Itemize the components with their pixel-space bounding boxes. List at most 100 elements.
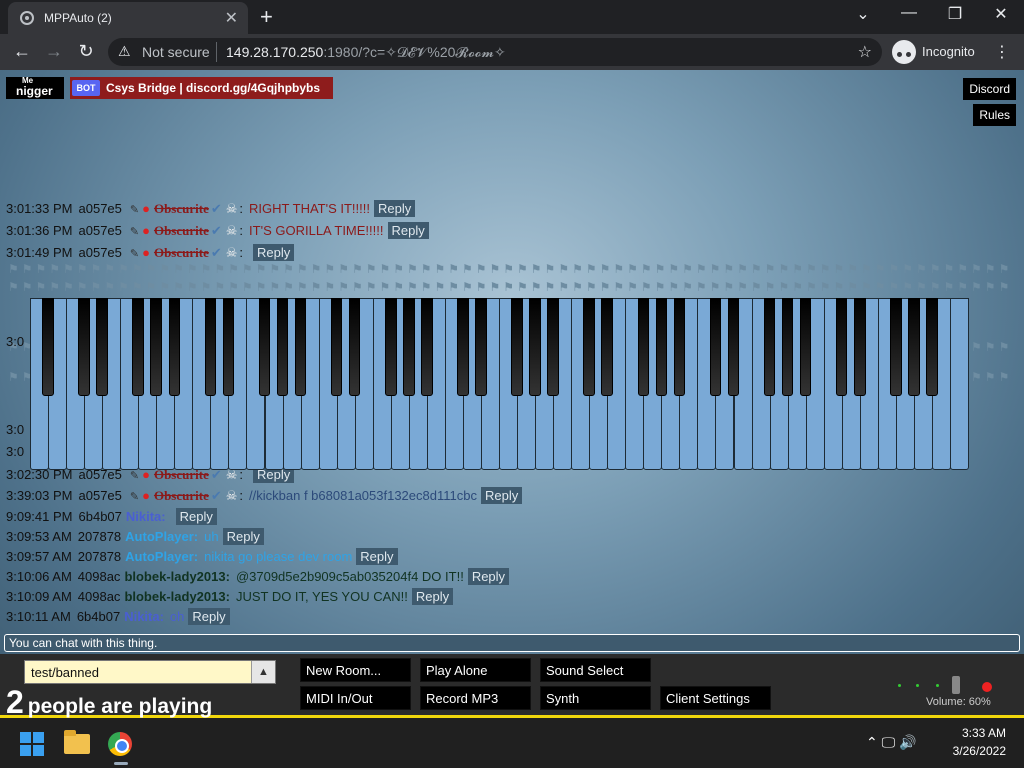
piano-black-key[interactable] [421, 298, 433, 396]
back-button[interactable]: ← [10, 41, 34, 62]
piano-black-key[interactable] [258, 298, 271, 396]
bot-user-badge[interactable]: BOT Csys Bridge | discord.gg/4Gqjhpbybs [70, 77, 333, 99]
piano-black-key[interactable] [727, 298, 740, 396]
piano-black-key[interactable] [96, 298, 108, 396]
forward-button[interactable]: → [42, 41, 66, 62]
piano-black-key[interactable] [799, 298, 812, 396]
chevron-up-icon[interactable]: ▲ [251, 661, 275, 683]
piano-black-key[interactable] [276, 298, 289, 396]
url-text[interactable]: 149.28.170.250:1980/?c=✧𝓓𝓔𝓥%20𝓡𝓸𝓸𝓶✧ [226, 44, 506, 61]
warning-icon[interactable]: ⚠ [118, 43, 131, 60]
reply-button[interactable]: Reply [188, 608, 230, 625]
reply-button[interactable]: Reply [373, 200, 416, 217]
piano-black-key[interactable] [168, 298, 181, 396]
reply-button[interactable]: Reply [480, 487, 523, 504]
file-explorer-icon[interactable] [64, 730, 90, 754]
client-settings-button[interactable]: Client Settings [660, 686, 771, 710]
chat-username[interactable]: blobek-lady2013: [124, 589, 230, 604]
bookmark-star-icon[interactable]: ☆ [858, 42, 872, 62]
my-user-badge[interactable]: Me nigger [6, 76, 64, 99]
record-mp3-button[interactable]: Record MP3 [420, 686, 531, 710]
reply-button[interactable]: Reply [222, 528, 264, 545]
sound-select-button[interactable]: Sound Select [540, 658, 651, 682]
chat-input[interactable]: You can chat with this thing. [4, 634, 1020, 652]
piano-black-key[interactable] [150, 298, 163, 396]
piano-black-key[interactable] [511, 298, 523, 396]
piano-black-key[interactable] [403, 298, 415, 396]
new-tab-button[interactable]: + [260, 4, 273, 30]
piano-black-key[interactable] [42, 298, 54, 396]
piano-black-key[interactable] [583, 298, 595, 396]
reply-button[interactable]: Reply [411, 588, 454, 605]
chat-username[interactable]: blobek-lady2013: [124, 569, 230, 584]
piano-black-key[interactable] [926, 298, 938, 396]
piano-black-key[interactable] [637, 298, 650, 396]
piano-black-key[interactable] [204, 298, 217, 396]
address-bar[interactable]: ⚠ Not secure 149.28.170.250:1980/?c=✧𝓓𝓔𝓥… [108, 38, 882, 66]
chat-username[interactable]: Obscurite [154, 245, 209, 260]
piano-black-key[interactable] [601, 298, 613, 396]
volume-slider[interactable]: Volume: 60% [894, 676, 1004, 708]
chat-time: 3:01:49 PM [6, 245, 73, 260]
chat-username[interactable]: Obscurite [154, 488, 209, 503]
windows-start-icon[interactable] [20, 732, 44, 756]
restore-button[interactable]: ❐ [940, 4, 970, 24]
piano-black-key[interactable] [890, 298, 902, 396]
reply-button[interactable]: Reply [387, 222, 429, 239]
piano-white-key[interactable] [949, 298, 969, 470]
piano-black-key[interactable] [835, 298, 848, 396]
piano-black-key[interactable] [908, 298, 920, 396]
clock[interactable]: 3:33 AM 3/26/2022 [942, 726, 1006, 758]
chat-username[interactable]: AutoPlayer: [125, 549, 198, 564]
piano-black-key[interactable] [384, 298, 397, 396]
rules-button[interactable]: Rules [973, 104, 1016, 126]
system-tray-icons[interactable]: ⌃ 🖵 🔊 [866, 734, 916, 751]
browser-menu-icon[interactable]: ⋮ [994, 42, 1010, 62]
flag-spam-row: ⚑⚑⚑⚑⚑⚑⚑⚑⚑⚑⚑⚑⚑⚑⚑⚑⚑⚑⚑⚑⚑⚑⚑⚑⚑⚑⚑⚑⚑⚑⚑⚑⚑⚑⚑⚑⚑⚑⚑⚑… [8, 262, 1012, 276]
piano-black-key[interactable] [294, 298, 307, 396]
chat-username[interactable]: Nikita: [126, 509, 166, 524]
rose-icon: ● [142, 488, 150, 503]
reply-button[interactable]: Reply [253, 244, 295, 261]
piano-keyboard[interactable] [30, 298, 969, 473]
chat-user-id: a057e5 [78, 201, 122, 216]
piano-black-key[interactable] [348, 298, 361, 396]
reply-button[interactable]: Reply [175, 508, 217, 525]
chat-username[interactable]: Nikita: [124, 609, 164, 624]
piano-black-key[interactable] [78, 298, 90, 396]
piano-black-key[interactable] [673, 298, 686, 396]
midi-in-out-button[interactable]: MIDI In/Out [300, 686, 411, 710]
volume-knob[interactable] [952, 676, 960, 694]
close-window-button[interactable]: ✕ [986, 4, 1016, 24]
piano-black-key[interactable] [763, 298, 776, 396]
piano-black-key[interactable] [132, 298, 144, 396]
chat-username[interactable]: Obscurite [154, 223, 209, 238]
tab-search-icon[interactable]: ⌄ [848, 4, 878, 24]
piano-black-key[interactable] [222, 298, 235, 396]
room-select[interactable]: test/banned ▲ [24, 660, 276, 684]
reply-button[interactable]: Reply [467, 568, 510, 585]
not-secure-label[interactable]: Not secure [142, 44, 210, 60]
chat-username[interactable]: Obscurite [154, 201, 209, 216]
synth-button[interactable]: Synth [540, 686, 651, 710]
discord-button[interactable]: Discord [963, 78, 1016, 100]
new-room-button[interactable]: New Room... [300, 658, 411, 682]
piano-black-key[interactable] [457, 298, 469, 396]
incognito-indicator[interactable]: Incognito [892, 39, 986, 65]
piano-black-key[interactable] [655, 298, 668, 396]
piano-black-key[interactable] [529, 298, 541, 396]
chat-username[interactable]: AutoPlayer: [125, 529, 198, 544]
piano-black-key[interactable] [330, 298, 343, 396]
minimize-button[interactable]: — [894, 4, 924, 22]
piano-black-key[interactable] [475, 298, 487, 396]
chrome-icon[interactable] [108, 732, 132, 756]
play-alone-button[interactable]: Play Alone [420, 658, 531, 682]
browser-tab[interactable]: MPPAuto (2) ✕ [8, 2, 248, 34]
tab-close-icon[interactable]: ✕ [225, 8, 238, 28]
reload-button[interactable]: ↻ [74, 41, 98, 62]
piano-black-key[interactable] [853, 298, 866, 396]
piano-black-key[interactable] [781, 298, 794, 396]
piano-black-key[interactable] [547, 298, 559, 396]
piano-black-key[interactable] [709, 298, 722, 396]
reply-button[interactable]: Reply [356, 548, 398, 565]
